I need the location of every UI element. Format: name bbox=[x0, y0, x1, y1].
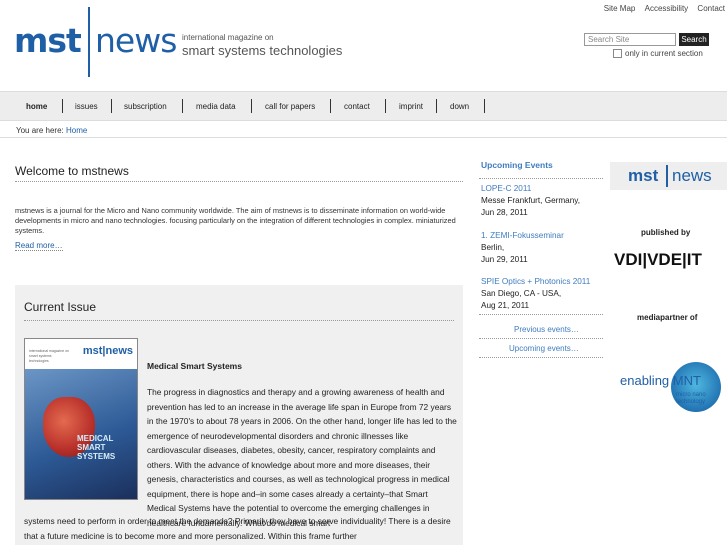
main-nav: home issues subscription media data call… bbox=[0, 91, 727, 121]
event-name[interactable]: LOPE-C 2011 bbox=[481, 183, 606, 195]
previous-events-link[interactable]: Previous events… bbox=[514, 325, 579, 334]
events-title: Upcoming Events bbox=[481, 160, 553, 170]
nav-separator bbox=[251, 99, 252, 113]
event-date: Jun 29, 2011 bbox=[481, 255, 528, 264]
events-divider bbox=[479, 357, 603, 358]
contact-link[interactable]: Contact bbox=[697, 4, 725, 13]
search-input[interactable]: Search Site bbox=[584, 33, 676, 46]
mstnews-sponsor-logo[interactable]: mst news bbox=[610, 162, 727, 190]
sponsor-logo-news: news bbox=[672, 166, 712, 185]
nav-separator bbox=[330, 99, 331, 113]
nav-separator bbox=[436, 99, 437, 113]
current-issue-panel: Current Issue international magazine on … bbox=[15, 285, 463, 545]
breadcrumb-divider bbox=[0, 137, 727, 138]
event-place: Berlin, bbox=[481, 243, 505, 252]
event-item[interactable]: SPIE Optics + Photonics 2011 San Diego, … bbox=[481, 276, 606, 312]
mnt-subtitle-line2: technology bbox=[676, 399, 706, 405]
current-issue-title: Current Issue bbox=[24, 300, 97, 314]
logo-tagline-large: smart systems technologies bbox=[182, 43, 343, 58]
issue-cover-image[interactable]: international magazine on smart systems … bbox=[24, 338, 138, 500]
cover-title: MEDICAL SMART SYSTEMS bbox=[77, 434, 116, 461]
logo-mst: mst bbox=[14, 21, 82, 60]
mnt-subtitle-line1: micro nano bbox=[676, 392, 706, 398]
event-name[interactable]: 1. ZEMI-Fokusseminar bbox=[481, 230, 606, 242]
event-place: San Diego, CA - USA, bbox=[481, 289, 562, 298]
nav-separator bbox=[182, 99, 183, 113]
enabling-mnt-logo[interactable]: enabling MNT bbox=[620, 373, 701, 388]
sitemap-link[interactable]: Site Map bbox=[604, 4, 636, 13]
upcoming-events-link[interactable]: Upcoming events… bbox=[509, 344, 579, 353]
welcome-title: Welcome to mstnews bbox=[15, 164, 129, 178]
breadcrumb: You are here: Home bbox=[16, 126, 87, 135]
event-date: Jun 28, 2011 bbox=[481, 208, 528, 217]
breadcrumb-prefix: You are here: bbox=[16, 126, 64, 135]
nav-media-data[interactable]: media data bbox=[196, 102, 236, 111]
only-section-option[interactable]: only in current section bbox=[613, 49, 703, 58]
events-divider bbox=[479, 314, 603, 315]
nav-down[interactable]: down bbox=[450, 102, 469, 111]
cover-header: international magazine on smart systems … bbox=[25, 339, 137, 369]
article-title[interactable]: Medical Smart Systems bbox=[147, 361, 242, 371]
vdi-vde-it-logo[interactable]: VDI|VDE|IT bbox=[614, 250, 702, 270]
logo-news: news bbox=[95, 21, 177, 60]
nav-separator bbox=[484, 99, 485, 113]
event-name[interactable]: SPIE Optics + Photonics 2011 bbox=[481, 276, 606, 288]
nav-separator bbox=[385, 99, 386, 113]
enabling-mnt-subtitle: micro nano technology bbox=[676, 392, 706, 406]
issue-divider bbox=[24, 320, 454, 321]
breadcrumb-home[interactable]: Home bbox=[66, 126, 87, 135]
nav-contact[interactable]: contact bbox=[344, 102, 370, 111]
published-by-label: published by bbox=[641, 228, 691, 237]
events-divider bbox=[479, 338, 603, 339]
event-item[interactable]: LOPE-C 2011 Messe Frankfurt, Germany, Ju… bbox=[481, 183, 606, 219]
welcome-text: mstnews is a journal for the Micro and N… bbox=[15, 206, 456, 235]
nav-imprint[interactable]: imprint bbox=[399, 102, 423, 111]
nav-issues[interactable]: issues bbox=[75, 102, 98, 111]
event-item[interactable]: 1. ZEMI-Fokusseminar Berlin, Jun 29, 201… bbox=[481, 230, 606, 266]
article-body-continued: systems need to perform in order to meet… bbox=[24, 516, 451, 541]
event-place: Messe Frankfurt, Germany, bbox=[481, 196, 581, 205]
top-links: Site Map Accessibility Contact bbox=[597, 4, 725, 13]
search-button[interactable]: Search bbox=[679, 33, 709, 46]
accessibility-link[interactable]: Accessibility bbox=[645, 4, 689, 13]
sponsor-logo-mst: mst bbox=[628, 166, 659, 185]
event-date: Aug 21, 2011 bbox=[481, 301, 530, 310]
cover-brand: mst|news bbox=[82, 345, 133, 357]
read-more-link[interactable]: Read more… bbox=[15, 241, 63, 251]
mediapartner-label: mediapartner of bbox=[637, 313, 698, 322]
only-section-label: only in current section bbox=[625, 49, 703, 58]
only-section-checkbox[interactable] bbox=[613, 49, 622, 58]
nav-home[interactable]: home bbox=[26, 102, 47, 111]
logo-tagline-small: international magazine on bbox=[182, 33, 274, 42]
nav-call-for-papers[interactable]: call for papers bbox=[265, 102, 315, 111]
events-divider bbox=[479, 178, 603, 179]
logo-divider bbox=[88, 7, 90, 77]
nav-separator bbox=[111, 99, 112, 113]
cover-tagline: international magazine on smart systems … bbox=[29, 349, 70, 363]
welcome-divider bbox=[15, 181, 463, 182]
nav-subscription[interactable]: subscription bbox=[124, 102, 167, 111]
article-body: The progress in diagnostics and therapy … bbox=[147, 387, 457, 528]
nav-separator bbox=[62, 99, 63, 113]
sponsor-logo-divider bbox=[666, 165, 668, 187]
